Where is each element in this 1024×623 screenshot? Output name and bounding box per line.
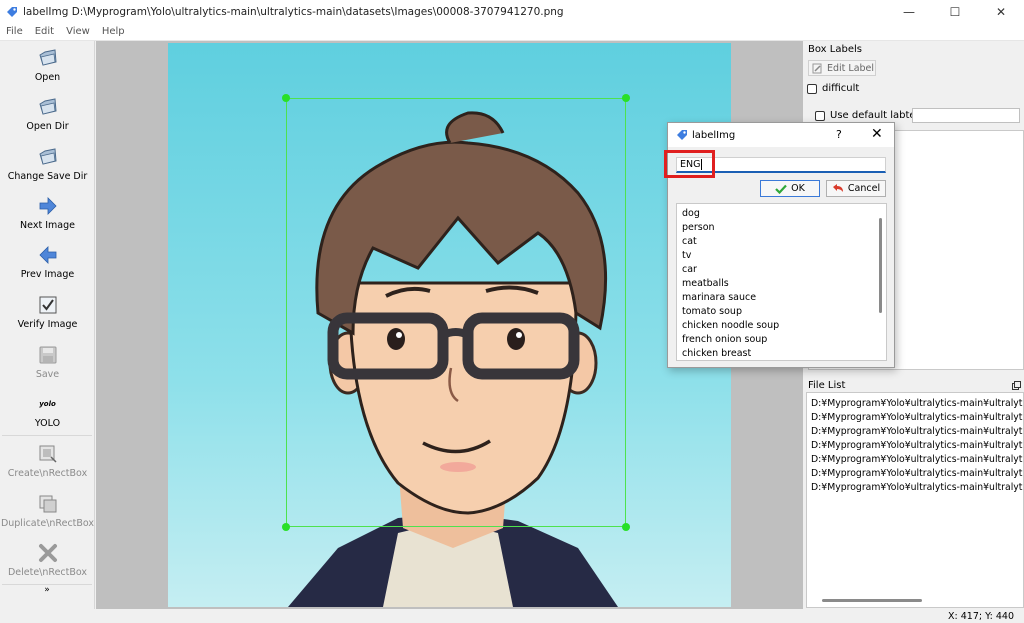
label-option-french-onion-soup[interactable]: french onion soup	[677, 333, 886, 347]
window-title: labelImg D:\Myprogram\Yolo\ultralytics-m…	[23, 5, 564, 18]
next-image-button[interactable]: Next Image	[0, 189, 95, 237]
cancel-button[interactable]: Cancel	[826, 180, 886, 197]
dialog-help-button[interactable]: ?	[836, 128, 842, 141]
label-option-person[interactable]: person	[677, 221, 886, 235]
change-save-dir-button[interactable]: Change Save Dir	[0, 139, 95, 189]
open-button[interactable]: Open	[0, 41, 95, 89]
file-list-title: File List	[805, 378, 1024, 392]
title-bar: labelImg D:\Myprogram\Yolo\ultralytics-m…	[0, 0, 1024, 23]
close-window-button[interactable]: ✕	[978, 0, 1024, 23]
left-toolbar: Open Open Dir Change Save Dir Next Image…	[0, 41, 95, 609]
label-option-marinara-sauce[interactable]: marinara sauce	[677, 291, 886, 305]
file-list-item[interactable]: D:¥Myprogram¥Yolo¥ultralytics-main¥ultra…	[807, 397, 1023, 411]
dialog-title-bar: labelImg ? ✕	[668, 123, 894, 147]
bounding-box[interactable]	[282, 94, 630, 531]
file-list-item[interactable]: D:¥Myprogram¥Yolo¥ultralytics-main¥ultra…	[807, 481, 1023, 495]
file-list-scrollbar[interactable]	[822, 599, 922, 602]
bbox-handle-top-right[interactable]	[622, 94, 630, 102]
yolo-format-icon: yolo	[39, 400, 56, 408]
edit-pencil-icon	[812, 63, 822, 73]
ok-button[interactable]: OK	[760, 180, 820, 197]
label-option-tv[interactable]: tv	[677, 249, 886, 263]
folder-open-icon	[38, 148, 57, 165]
menu-file[interactable]: File	[0, 26, 29, 37]
create-rectbox-button[interactable]: Create\nRectBox	[0, 436, 95, 486]
minimize-button[interactable]: —	[886, 0, 932, 23]
menu-view[interactable]: View	[60, 26, 96, 37]
label-option-chicken-noodle-soup[interactable]: chicken noodle soup	[677, 319, 886, 333]
difficult-checkbox-row[interactable]: difficult	[807, 83, 859, 94]
label-option-meatballs[interactable]: meatballs	[677, 277, 886, 291]
file-list-item[interactable]: D:¥Myprogram¥Yolo¥ultralytics-main¥ultra…	[807, 467, 1023, 481]
arrow-right-icon	[39, 197, 57, 215]
cursor-coordinates: X: 417; Y: 440	[948, 611, 1014, 622]
status-bar: X: 417; Y: 440	[0, 609, 1024, 623]
duplicate-rectbox-icon	[39, 495, 56, 513]
verify-image-button[interactable]: Verify Image	[0, 287, 95, 337]
label-option-chicken-breast[interactable]: chicken breast	[677, 347, 886, 360]
use-default-label-checkbox[interactable]	[815, 110, 825, 121]
file-list-item[interactable]: D:¥Myprogram¥Yolo¥ultralytics-main¥ultra…	[807, 453, 1023, 467]
dialog-close-button[interactable]: ✕	[871, 126, 883, 142]
float-dock-icon[interactable]	[1012, 381, 1021, 390]
dialog-title: labelImg	[692, 129, 736, 141]
menu-bar: File Edit View Help	[0, 23, 1024, 41]
file-list[interactable]: D:¥Myprogram¥Yolo¥ultralytics-main¥ultra…	[806, 392, 1024, 608]
label-list-scrollbar[interactable]	[879, 218, 882, 313]
label-option-tomato-soup[interactable]: tomato soup	[677, 305, 886, 319]
app-tag-icon	[677, 130, 687, 140]
undo-arrow-icon	[832, 184, 843, 192]
menu-help[interactable]: Help	[96, 26, 131, 37]
verify-check-icon	[39, 296, 56, 314]
delete-x-icon	[38, 544, 57, 562]
use-default-label-row[interactable]: Use default labtel	[815, 110, 918, 121]
label-option-cat[interactable]: cat	[677, 235, 886, 249]
folder-open-icon	[38, 49, 57, 66]
bbox-handle-bottom-left[interactable]	[282, 523, 290, 531]
bbox-handle-top-left[interactable]	[282, 94, 290, 102]
label-option-dog[interactable]: dog	[677, 207, 886, 221]
highlight-annotation	[664, 150, 715, 178]
open-dir-button[interactable]: Open Dir	[0, 89, 95, 139]
menu-edit[interactable]: Edit	[29, 26, 60, 37]
file-list-item[interactable]: D:¥Myprogram¥Yolo¥ultralytics-main¥ultra…	[807, 425, 1023, 439]
edit-label-button[interactable]: Edit Label	[808, 60, 876, 76]
delete-rectbox-button[interactable]: Delete\nRectBox	[0, 536, 95, 584]
bbox-handle-bottom-right[interactable]	[622, 523, 630, 531]
arrow-left-icon	[38, 246, 56, 264]
label-suggestion-list[interactable]: dog person cat tv car meatballs marinara…	[676, 203, 887, 361]
maximize-button[interactable]: ☐	[932, 0, 978, 23]
save-disk-icon	[39, 346, 56, 364]
file-list-item[interactable]: D:¥Myprogram¥Yolo¥ultralytics-main¥ultra…	[807, 411, 1023, 425]
toolbar-more-button[interactable]: »	[0, 585, 94, 595]
label-option-car[interactable]: car	[677, 263, 886, 277]
folder-open-icon	[38, 98, 57, 115]
check-icon	[775, 184, 787, 194]
difficult-checkbox[interactable]	[807, 83, 817, 94]
app-tag-icon	[7, 6, 17, 17]
file-list-item[interactable]: D:¥Myprogram¥Yolo¥ultralytics-main¥ultra…	[807, 439, 1023, 453]
box-labels-title: Box Labels	[808, 43, 862, 55]
default-label-input[interactable]	[912, 108, 1020, 123]
duplicate-rectbox-button[interactable]: Duplicate\nRectBox	[0, 486, 95, 536]
yolo-format-button[interactable]: yolo YOLO	[0, 387, 95, 435]
window-controls: — ☐ ✕	[886, 0, 1024, 23]
prev-image-button[interactable]: Prev Image	[0, 237, 95, 287]
save-button[interactable]: Save	[0, 337, 95, 387]
create-rectbox-icon	[39, 445, 57, 463]
